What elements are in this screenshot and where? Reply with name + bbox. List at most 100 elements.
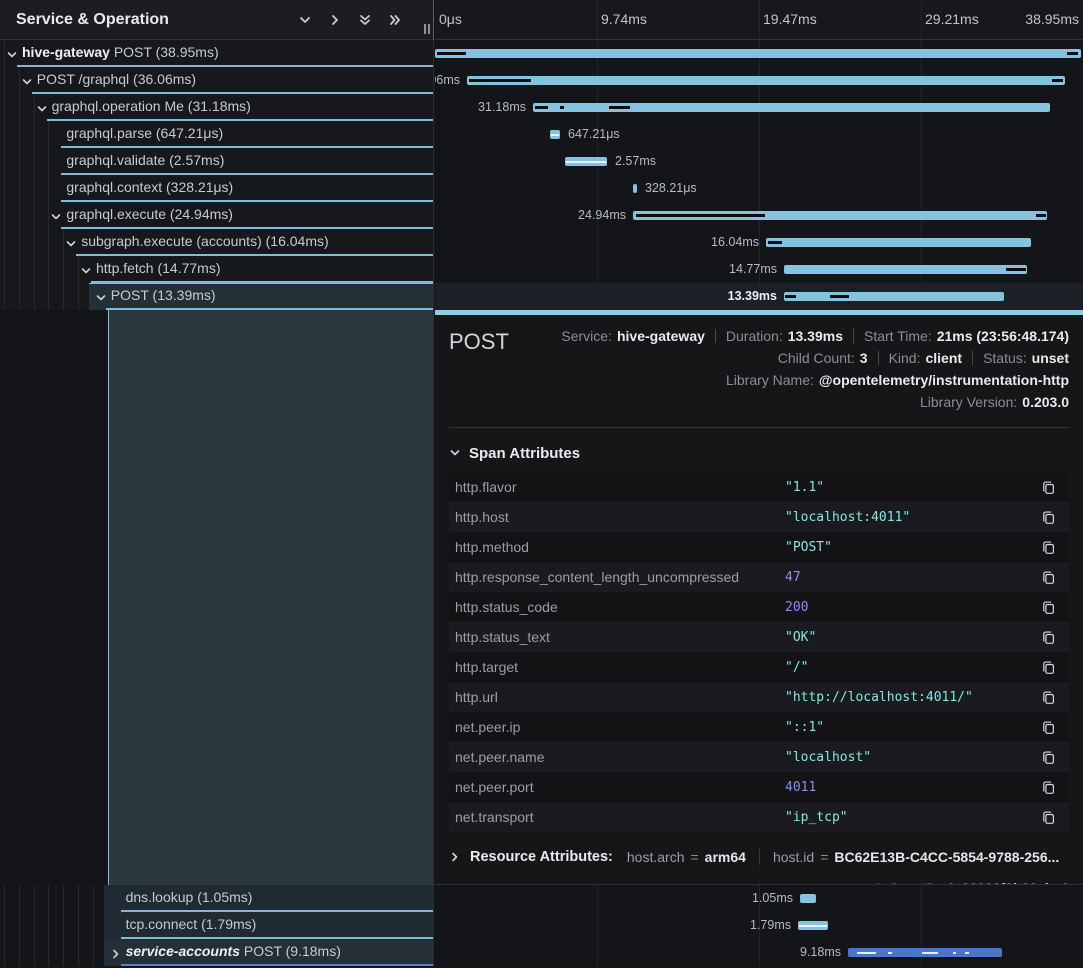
indent-guide — [19, 885, 20, 912]
indent-guide — [48, 256, 49, 283]
copy-icon[interactable] — [1039, 598, 1057, 616]
span-row-label[interactable]: http.fetch (14.77ms) — [0, 256, 433, 283]
span-duration-bar[interactable] — [467, 76, 1065, 85]
double-chevron-down-icon[interactable] — [357, 12, 373, 28]
copy-icon[interactable] — [1039, 658, 1057, 676]
span-row-label[interactable]: POST /graphql (36.06ms) — [0, 67, 433, 94]
copy-icon[interactable] — [1039, 718, 1057, 736]
indent-guide — [19, 67, 20, 94]
copy-icon[interactable] — [1039, 778, 1057, 796]
span-row-label[interactable]: service-accounts POST (9.18ms) — [0, 939, 433, 966]
span-bar-row[interactable]: 328.21μs — [435, 175, 1083, 202]
span-row-label[interactable]: graphql.context (328.21μs) — [0, 175, 433, 202]
double-chevron-right-icon[interactable] — [387, 12, 403, 28]
indent-guide — [48, 148, 49, 175]
span-bar-row[interactable]: 1.79ms — [435, 912, 1083, 939]
chevron-right-icon — [449, 851, 461, 863]
span-bar-row[interactable]: 14.77ms — [435, 256, 1083, 283]
chevron-down-icon[interactable] — [6, 48, 18, 60]
column-resize-handle[interactable] — [424, 24, 430, 34]
span-bar-row[interactable]: 16.04ms — [435, 229, 1083, 256]
resource-attributes-row[interactable]: Resource Attributes: host.arch = arm64 h… — [449, 845, 1069, 869]
attribute-value: "1.1" — [785, 480, 1039, 495]
span-bar-row[interactable]: 647.21μs — [435, 121, 1083, 148]
span-duration-bar[interactable] — [784, 265, 1027, 274]
divider — [853, 329, 854, 343]
span-detail-title: POST — [449, 325, 509, 413]
chevron-down-icon[interactable] — [95, 291, 107, 303]
copy-icon[interactable] — [1039, 568, 1057, 586]
span-bar-row[interactable]: 36.06ms — [435, 67, 1083, 94]
span-name: graphql.operation Me (31.18ms) — [52, 98, 251, 114]
meta-line: Library Name:@opentelemetry/instrumentat… — [561, 369, 1069, 391]
span-bar-row[interactable]: 1.05ms — [435, 885, 1083, 912]
span-duration-bar[interactable] — [784, 292, 1004, 301]
span-row-label[interactable]: graphql.execute (24.94ms) — [0, 202, 433, 229]
span-attributes-toggle[interactable]: Span Attributes — [449, 442, 1069, 464]
resource-attribute-key: host.arch — [627, 849, 685, 865]
copy-icon[interactable] — [1039, 508, 1057, 526]
chevron-down-icon[interactable] — [36, 102, 48, 114]
span-duration-bar[interactable] — [766, 238, 1031, 247]
selected-span-expanded-area — [0, 310, 433, 885]
child-span-marker — [535, 106, 548, 109]
indent-guide — [48, 229, 49, 256]
attribute-key: http.status_code — [455, 599, 785, 615]
meta-label: Start Time: — [864, 328, 932, 344]
indent-guide — [4, 40, 5, 67]
indent-guide — [63, 283, 64, 310]
span-bar-row[interactable] — [435, 40, 1083, 67]
child-span-marker — [857, 952, 876, 954]
indent-guide — [34, 121, 35, 148]
span-duration-bar[interactable] — [633, 184, 637, 193]
copy-icon[interactable] — [1039, 628, 1057, 646]
span-duration-bar[interactable] — [800, 894, 816, 903]
equals-sign: = — [820, 849, 828, 865]
span-row-label[interactable]: dns.lookup (1.05ms) — [0, 885, 433, 912]
copy-icon[interactable] — [1039, 808, 1057, 826]
span-row-label[interactable]: graphql.validate (2.57ms) — [0, 148, 433, 175]
indent-guide — [19, 175, 20, 202]
span-row-label[interactable]: graphql.operation Me (31.18ms) — [0, 94, 433, 121]
resource-attribute: host.arch = arm64 — [627, 849, 746, 865]
span-tree-rows-bottom: dns.lookup (1.05ms)tcp.connect (1.79ms)s… — [0, 885, 433, 966]
chevron-right-icon[interactable] — [327, 12, 343, 28]
child-span-marker — [1052, 79, 1063, 82]
chevron-down-icon[interactable] — [297, 12, 313, 28]
copy-icon[interactable] — [1039, 688, 1057, 706]
chevron-down-icon[interactable] — [65, 237, 77, 249]
span-bar-row[interactable]: 31.18ms — [435, 94, 1083, 121]
service-operation-header: Service & Operation — [0, 0, 434, 40]
span-row-label[interactable]: hive-gateway POST (38.95ms) — [0, 40, 433, 67]
child-span-marker — [469, 79, 531, 82]
span-row-label[interactable]: subgraph.execute (accounts) (16.04ms) — [0, 229, 433, 256]
span-row-label[interactable]: tcp.connect (1.79ms) — [0, 912, 433, 939]
span-row-label[interactable]: graphql.parse (647.21μs) — [0, 121, 433, 148]
span-name: subgraph.execute (accounts) (16.04ms) — [81, 233, 328, 249]
indent-guide — [34, 94, 35, 121]
indent-guide — [63, 939, 64, 966]
span-row-label[interactable]: POST (13.39ms) — [0, 283, 433, 310]
chevron-down-icon[interactable] — [50, 210, 62, 222]
indent-guide — [78, 939, 79, 966]
equals-sign: = — [690, 849, 698, 865]
resource-attribute-value: arm64 — [705, 849, 746, 865]
chevron-right-icon[interactable] — [110, 947, 122, 959]
span-bar-row[interactable]: 2.57ms — [435, 148, 1083, 175]
copy-icon[interactable] — [1039, 748, 1057, 766]
copy-icon[interactable] — [1039, 538, 1057, 556]
chevron-down-icon[interactable] — [21, 75, 33, 87]
indent-guide — [63, 256, 64, 283]
indent-guide — [34, 202, 35, 229]
chevron-down-icon[interactable] — [80, 264, 92, 276]
span-bar-row[interactable]: 13.39ms — [435, 283, 1083, 310]
attribute-value: "POST" — [785, 540, 1039, 555]
service-operation-title: Service & Operation — [0, 11, 169, 29]
span-bar-row[interactable]: 24.94ms — [435, 202, 1083, 229]
span-duration-bar[interactable] — [435, 49, 1081, 58]
child-span-marker — [437, 52, 466, 55]
span-name: graphql.parse (647.21μs) — [66, 125, 223, 141]
span-bar-row[interactable]: 9.18ms — [435, 939, 1083, 966]
copy-icon[interactable] — [1039, 478, 1057, 496]
attribute-row: net.transport"ip_tcp" — [449, 802, 1069, 832]
